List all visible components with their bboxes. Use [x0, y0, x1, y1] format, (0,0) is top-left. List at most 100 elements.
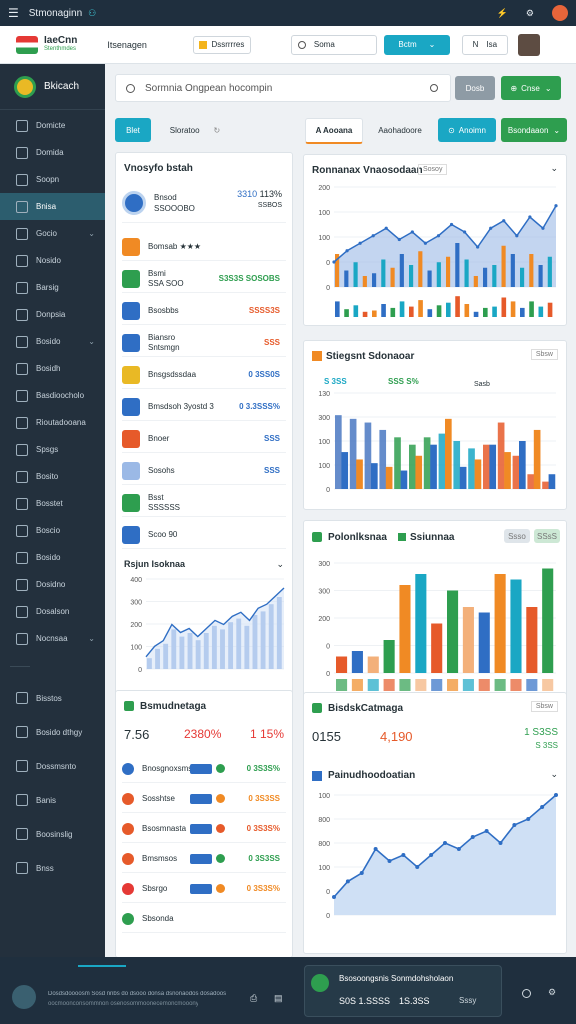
footer-settings-icon[interactable]: ⚙	[548, 987, 556, 998]
catalog-tag[interactable]: Sbsw	[530, 701, 558, 712]
chart3-bar	[431, 623, 443, 673]
chart2-tag[interactable]: Sbsw	[530, 349, 558, 360]
sidebar-item[interactable]: Bosstet	[0, 490, 105, 517]
footer-toast[interactable]: Bsosoongsnis Sonmdohsholaon S0S 1.SSSS 1…	[304, 965, 502, 1017]
list-item[interactable]: Bnsgsdssdaa 0 3SS0S	[122, 361, 286, 389]
sidebar-app-name: Bkicach	[44, 81, 80, 92]
footer-text-2: oocmoonconsommnon osenosommoonecemoncmoo…	[48, 1001, 198, 1007]
avatar-icon[interactable]	[552, 5, 568, 21]
list-item[interactable]: Biansro Sntsmgn SSS	[122, 329, 286, 357]
sidebar-item[interactable]: Bosidh	[0, 355, 105, 382]
list-item[interactable]: Bsosbbs SSSS3S	[122, 297, 286, 325]
user-button[interactable]: N Isa	[461, 34, 508, 55]
sidebar-item[interactable]: Soopn	[0, 166, 105, 193]
chart2-bar	[483, 444, 490, 489]
chart3-tick-label: 300	[318, 561, 330, 568]
menu-icon[interactable]: ☰	[8, 6, 19, 20]
bolt-icon[interactable]: ⚡	[497, 8, 508, 19]
sidebar-item[interactable]: Bosito	[0, 463, 105, 490]
chart3-tag2[interactable]: SSsS	[534, 529, 560, 543]
chart2-tick-label: 100	[318, 463, 330, 470]
nav-item-icon	[16, 119, 28, 132]
chevron-down-icon: ⌄	[553, 125, 561, 135]
user-label: Isa	[486, 40, 498, 49]
search-button-primary[interactable]: ⊕ Cnse ⌄	[501, 76, 561, 100]
tab-sloratoo[interactable]: Sloratoo ↻	[155, 118, 235, 142]
sidebar-item[interactable]: Domida	[0, 139, 105, 166]
filter-button[interactable]: Dssrrrres	[192, 35, 251, 54]
nav-label[interactable]: Itsenagen	[107, 40, 147, 50]
sidebar-item-secondary[interactable]: Banis	[0, 783, 105, 817]
list-item[interactable]: Bnoer SSS	[122, 425, 286, 453]
summary-row[interactable]: Sbsonda	[122, 905, 286, 933]
search-input[interactable]: Sormnia Ongpean hocompin	[145, 83, 272, 94]
summary-row[interactable]: Sosshtse 0 3S3SS	[122, 785, 286, 813]
search-submit-icon[interactable]	[430, 84, 438, 92]
sidebar-item[interactable]: Nosido	[0, 247, 105, 274]
sidebar-item[interactable]: Dosidno	[0, 571, 105, 598]
list-item[interactable]: Bsst SSSSSS	[122, 489, 286, 517]
sidebar-item-label: Domida	[36, 148, 64, 157]
chart1-tick-label: 200	[318, 185, 330, 192]
sidebar-item[interactable]: Nocnsaa ⌄	[0, 625, 105, 652]
sidebar-item-label: Boosinslig	[36, 829, 73, 839]
chart4-tick-label: 800	[318, 817, 330, 824]
sidebar-item-secondary[interactable]: Bosido dthgy	[0, 715, 105, 749]
sidebar-item-secondary[interactable]: Bisstos	[0, 681, 105, 715]
list-item[interactable]: Bsmi SSA SOO S3S3S SOSOBS	[122, 265, 286, 293]
primary-action-button[interactable]: Bctm ⌄	[383, 34, 450, 55]
header-search[interactable]: Soma	[290, 34, 377, 55]
summary-row[interactable]: Bsosmnasta 0 3S3S%	[122, 815, 286, 843]
chart2-bar	[335, 415, 342, 489]
chart3-bar	[336, 656, 348, 673]
list-item[interactable]: Bmsdsoh 3yostd 3 0 3.3SSS%	[122, 393, 286, 421]
summary-row[interactable]: Bnosgnoxsms 0 3S3S%	[122, 755, 286, 783]
sidebar-item[interactable]: Gocio ⌄	[0, 220, 105, 247]
chart2-bar	[341, 452, 349, 489]
chevron-down-icon[interactable]: ⌄	[550, 163, 558, 174]
sidebar-item-secondary[interactable]: Dossmsnto	[0, 749, 105, 783]
search-button-secondary[interactable]: Dosb	[455, 76, 495, 100]
sidebar-item-secondary[interactable]: Bnss	[0, 851, 105, 885]
search-bar: Sormnia Ongpean hocompin	[115, 74, 451, 102]
chart2-v1: S 3SS	[324, 377, 347, 386]
footer-search-icon[interactable]	[522, 989, 531, 998]
tab-blet[interactable]: Blet	[115, 118, 151, 142]
link-icon[interactable]: ⚇	[88, 8, 96, 19]
chart3-bar	[494, 574, 506, 673]
list-item[interactable]: Sosohs SSS	[122, 457, 286, 485]
footer-book-icon[interactable]: ▤	[274, 993, 283, 1004]
list-item[interactable]: Bomsab ★★★	[122, 233, 286, 261]
chevron-down-icon[interactable]: ⌄	[276, 559, 284, 570]
chevron-down-icon[interactable]: ⌄	[550, 769, 558, 780]
tab-aaohadoore[interactable]: Aaohadoore	[367, 118, 433, 142]
summary-row[interactable]: Sbsrgo 0 3S3S%	[122, 875, 286, 903]
summary-row[interactable]: Bmsmsos 0 3S3SS	[122, 845, 286, 873]
top-header: IaeCnn Stenthmdes Itsenagen Dssrrrres So…	[0, 26, 576, 64]
chart4-point	[512, 823, 517, 827]
sidebar-item[interactable]: Rioutadooana	[0, 409, 105, 436]
sidebar-item[interactable]: Bosido	[0, 544, 105, 571]
sidebar-item[interactable]: Barsig	[0, 274, 105, 301]
list-item[interactable]: Scoo 90	[122, 521, 286, 549]
sidebar-item[interactable]: Boscio	[0, 517, 105, 544]
nav-item-icon	[16, 173, 28, 186]
settings-icon[interactable]: ⚙	[526, 8, 534, 19]
sidebar-item[interactable]: Bosido ⌄	[0, 328, 105, 355]
sidebar-item[interactable]: Basdioocholo	[0, 382, 105, 409]
sidebar-item[interactable]: Dosalson	[0, 598, 105, 625]
sidebar-item-secondary[interactable]: Boosinslig	[0, 817, 105, 851]
tab-anoimn[interactable]: ⊙ Anoimn	[438, 118, 496, 142]
tab-bsondaaon[interactable]: Bsondaaon ⌄	[501, 118, 567, 142]
tab-aooana[interactable]: A Aooana	[305, 118, 363, 144]
user-avatar[interactable]	[517, 33, 540, 56]
chart1-tag[interactable]: Sosoy	[418, 164, 448, 175]
sidebar-item[interactable]: Donpsia	[0, 301, 105, 328]
chart3-tag1[interactable]: Ssso	[504, 529, 530, 543]
list-item-value: SSS	[263, 434, 280, 443]
footer-print-icon[interactable]: ⎙	[250, 993, 257, 1004]
sidebar-item[interactable]: Spsgs	[0, 436, 105, 463]
sidebar-item[interactable]: Domicte	[0, 112, 105, 139]
sidebar-item-label: Donpsia	[36, 310, 66, 319]
sidebar-item[interactable]: Bnisa	[0, 193, 105, 220]
